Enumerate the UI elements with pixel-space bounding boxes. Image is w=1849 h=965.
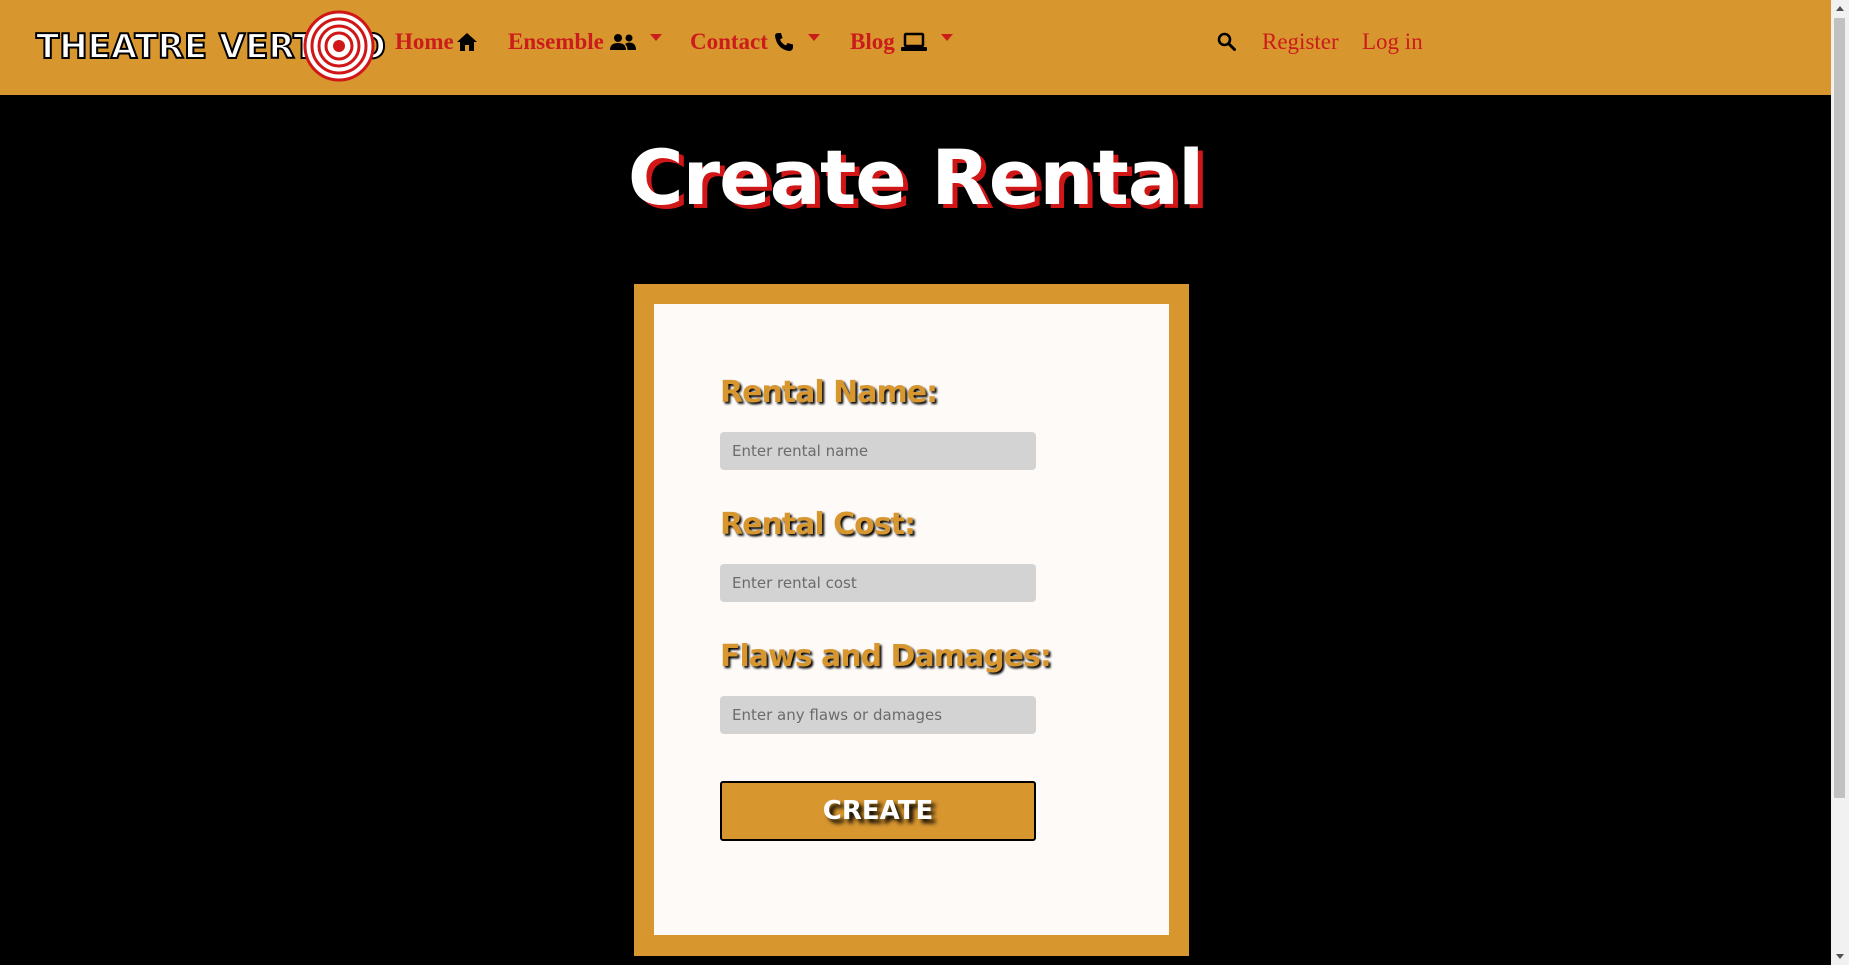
nav-ensemble-label: Ensemble	[508, 29, 604, 54]
rental-form-frame: Rental Name: Rental Cost: Flaws and Dama…	[634, 284, 1189, 956]
search-icon[interactable]	[1217, 32, 1236, 51]
rental-cost-label: Rental Cost:	[720, 507, 916, 542]
vertigo-spiral-logo-icon	[303, 10, 375, 82]
scrollbar-thumb[interactable]	[1834, 18, 1845, 798]
flaws-damages-label: Flaws and Damages:	[720, 639, 1052, 674]
nav-contact-dropdown[interactable]: Contact	[690, 30, 820, 53]
logo-link[interactable]: THEATRE VERTIGO	[35, 10, 387, 82]
chevron-down-icon	[807, 34, 820, 41]
vertical-scrollbar[interactable]	[1831, 0, 1849, 965]
rental-cost-input[interactable]	[720, 564, 1036, 602]
phone-icon	[774, 32, 793, 51]
chevron-down-icon	[940, 34, 953, 41]
page-title: Create Rental	[627, 133, 1204, 222]
home-icon	[456, 32, 477, 51]
scroll-down-arrow-icon[interactable]	[1836, 954, 1844, 959]
nav-home-label: Home	[395, 29, 454, 54]
users-icon	[609, 33, 636, 50]
nav-ensemble-dropdown[interactable]: Ensemble	[508, 30, 662, 53]
scroll-up-arrow-icon[interactable]	[1836, 6, 1844, 11]
create-rental-form: Rental Name: Rental Cost: Flaws and Dama…	[654, 304, 1169, 935]
nav-blog-dropdown[interactable]: Blog	[850, 30, 953, 53]
flaws-damages-input[interactable]	[720, 696, 1036, 734]
nav-contact-label: Contact	[690, 29, 768, 54]
rental-name-label: Rental Name:	[720, 375, 938, 410]
chevron-down-icon	[649, 34, 662, 41]
navbar: THEATRE VERTIGO Home Ensemble Contact Bl…	[0, 0, 1831, 95]
nav-blog-label: Blog	[850, 29, 895, 54]
nav-register-link[interactable]: Register	[1262, 30, 1339, 53]
nav-home[interactable]: Home	[395, 30, 478, 53]
create-button[interactable]: CREATE	[720, 781, 1036, 841]
page: THEATRE VERTIGO Home Ensemble Contact Bl…	[0, 0, 1831, 965]
rental-name-input[interactable]	[720, 432, 1036, 470]
laptop-icon	[900, 32, 927, 51]
nav-login-link[interactable]: Log in	[1362, 30, 1423, 53]
